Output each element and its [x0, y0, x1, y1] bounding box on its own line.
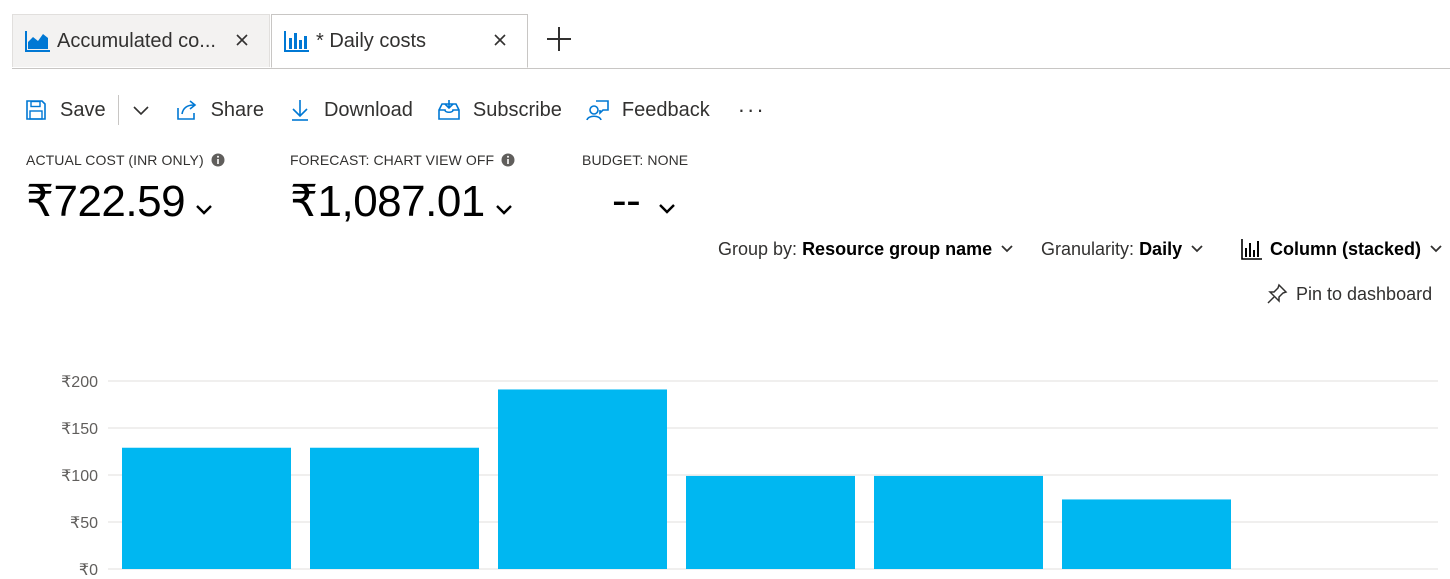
- chart-type-dropdown[interactable]: Column (stacked): [1240, 236, 1444, 262]
- download-icon: [291, 100, 308, 121]
- y-tick-label: ₹150: [61, 421, 98, 438]
- kpi-value: ₹1,087.01: [290, 177, 485, 226]
- area-chart-icon: [25, 31, 50, 52]
- kpi-value-dropdown[interactable]: ₹722.59: [26, 176, 225, 227]
- share-label: Share: [210, 98, 264, 121]
- tab-bar: Accumulated co... * Daily costs: [12, 14, 1450, 69]
- share-button[interactable]: Share: [175, 92, 264, 128]
- daily-costs-chart: ₹0 ₹50 ₹100 ₹150 ₹200: [61, 374, 1438, 579]
- feedback-icon: [586, 100, 609, 121]
- kpi-label: BUDGET: NONE: [582, 152, 689, 168]
- kpi-value: --: [612, 176, 641, 225]
- kpi-label: ACTUAL COST (INR ONLY): [26, 152, 204, 168]
- bar[interactable]: [498, 389, 667, 569]
- save-icon: [26, 100, 46, 120]
- subscribe-button[interactable]: Subscribe: [437, 92, 562, 128]
- y-tick-label: ₹50: [70, 515, 98, 532]
- close-icon[interactable]: [231, 29, 253, 51]
- add-tab-icon[interactable]: [544, 24, 574, 54]
- granularity-dropdown[interactable]: Granularity: Daily: [1041, 236, 1205, 262]
- chevron-down-icon: [1191, 245, 1203, 253]
- chevron-down-icon[interactable]: [129, 98, 153, 122]
- bar-chart-icon: [284, 31, 309, 52]
- save-label: Save: [60, 98, 106, 121]
- save-button[interactable]: Save: [24, 92, 106, 128]
- chevron-down-icon: [495, 204, 512, 215]
- close-icon[interactable]: [489, 29, 511, 51]
- more-options-button[interactable]: ···: [738, 97, 766, 123]
- bar[interactable]: [686, 475, 855, 569]
- bar[interactable]: [1062, 499, 1231, 569]
- kpi-value-dropdown[interactable]: --: [612, 176, 688, 226]
- bar[interactable]: [122, 447, 291, 569]
- toolbar-divider: [117, 95, 119, 125]
- kpi-budget: BUDGET: NONE --: [582, 150, 688, 226]
- toolbar: Save Share Download Subscribe Feedback ·…: [24, 92, 766, 128]
- chevron-down-icon: [1001, 245, 1013, 253]
- group-by-label: Group by:: [718, 238, 798, 259]
- column-chart-icon: [1241, 239, 1262, 260]
- kpi-value-dropdown[interactable]: ₹1,087.01: [290, 176, 515, 227]
- kpi-label: FORECAST: CHART VIEW OFF: [290, 152, 495, 168]
- granularity-value: Daily: [1139, 238, 1183, 259]
- share-icon: [176, 100, 196, 120]
- y-tick-label: ₹200: [61, 374, 98, 391]
- pin-label: Pin to dashboard: [1296, 283, 1433, 304]
- y-tick-label: ₹100: [61, 468, 98, 485]
- feedback-label: Feedback: [621, 98, 710, 121]
- bar[interactable]: [874, 475, 1043, 569]
- kpi-actual-cost: ACTUAL COST (INR ONLY) ₹722.59: [26, 150, 225, 227]
- subscribe-label: Subscribe: [472, 98, 562, 121]
- kpi-value: ₹722.59: [26, 177, 186, 226]
- info-icon[interactable]: [211, 153, 225, 167]
- chevron-down-icon: [659, 204, 676, 214]
- tab-label: Accumulated co...: [57, 29, 216, 52]
- y-tick-label: ₹0: [79, 562, 98, 579]
- download-button[interactable]: Download: [288, 92, 413, 128]
- pin-to-dashboard-button[interactable]: Pin to dashboard: [1266, 283, 1432, 305]
- chevron-down-icon: [1430, 245, 1442, 253]
- group-by-value: Resource group name: [802, 238, 993, 259]
- bar[interactable]: [310, 447, 479, 569]
- granularity-label: Granularity:: [1041, 238, 1135, 259]
- tab-daily-costs[interactable]: * Daily costs: [271, 14, 528, 68]
- group-by-dropdown[interactable]: Group by: Resource group name: [718, 236, 1015, 262]
- feedback-button[interactable]: Feedback: [586, 92, 710, 128]
- subscribe-icon: [438, 100, 460, 120]
- kpi-forecast: FORECAST: CHART VIEW OFF ₹1,087.01: [290, 150, 515, 227]
- tab-accumulated-costs[interactable]: Accumulated co...: [12, 14, 270, 67]
- download-label: Download: [323, 98, 413, 121]
- info-icon[interactable]: [501, 153, 515, 167]
- chevron-down-icon: [196, 204, 212, 215]
- chart-type-value: Column (stacked): [1270, 238, 1422, 259]
- pin-icon: [1267, 283, 1288, 304]
- tab-label: * Daily costs: [316, 29, 427, 52]
